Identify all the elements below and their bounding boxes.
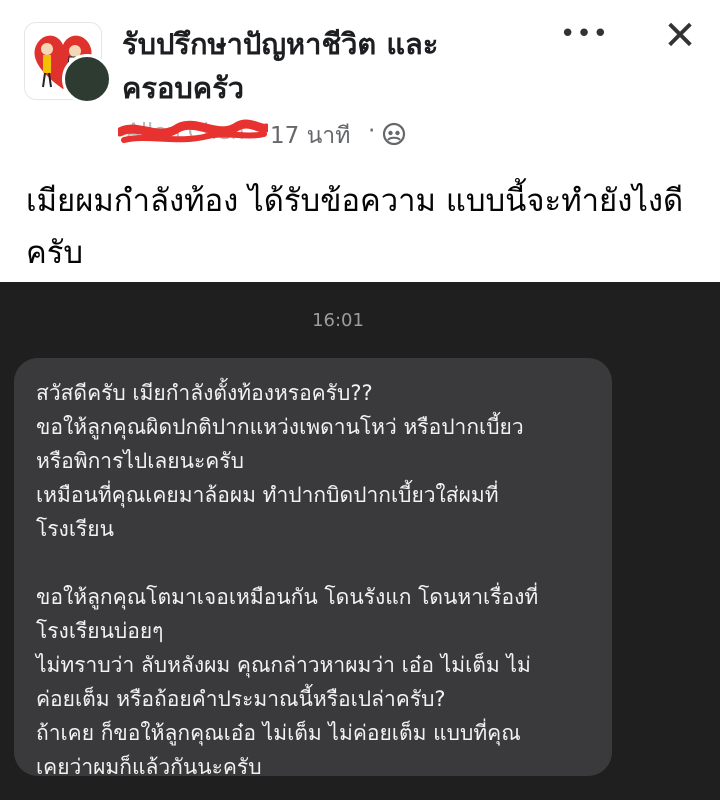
message-line: เคยว่าผมก็แล้วกันนะครับ — [36, 755, 262, 779]
message-line: ขอให้ลูกคุณผิดปกติปากแหว่งเพดานโหว่ หรือ… — [36, 415, 524, 439]
group-avatar[interactable] — [24, 22, 112, 106]
group-name[interactable]: รับปรึกษาปัญหาชีวิต และครอบครัว — [122, 22, 502, 110]
message-line: ค่อยเต็ม หรือถ้อยคำประมาณนี้หรือเปล่าครั… — [36, 687, 446, 711]
message-line: หรือพิการไปเลยนะครับ — [36, 449, 244, 473]
message-line: เหมือนที่คุณเคยมาล้อผม ทำปากบิดปากเบี้ยว… — [36, 483, 499, 507]
message-line: ไม่ทราบว่า ลับหลังผม คุณกล่าวหาผมว่า เอ๋… — [36, 653, 531, 677]
post-time[interactable]: 17 นาที — [270, 118, 350, 154]
meta-separator: · — [368, 118, 376, 144]
more-horizontal-icon: ••• — [560, 19, 610, 49]
message-line: สวัสดีครับ เมียกำลังตั้งท้องหรอครับ?? — [36, 381, 373, 405]
message-line: โรงเรียน — [36, 517, 114, 541]
redaction-scribble — [118, 119, 268, 143]
post-body-text: เมียผมกำลังท้อง ได้รับข้อความ แบบนี้จะทำ… — [26, 183, 684, 271]
message-text: สวัสดีครับ เมียกำลังตั้งท้องหรอครับ?? ขอใ… — [36, 376, 606, 784]
chat-screenshot: 16:01 สวัสดีครับ เมียกำลังตั้งท้องหรอครั… — [0, 282, 720, 800]
message-line — [36, 546, 606, 580]
group-post: รับปรึกษาปัญหาชีวิต และครอบครัว ••• ✕ Al… — [0, 0, 720, 282]
message-line: ถ้าเคย ก็ขอให้ลูกคุณเอ๋อ ไม่เต็ม ไม่ค่อย… — [36, 721, 521, 745]
message-line: โรงเรียนบ่อยๆ — [36, 619, 164, 643]
author-avatar[interactable] — [62, 54, 112, 104]
chat-timestamp: 16:01 — [312, 310, 364, 331]
close-button[interactable]: ✕ — [656, 14, 704, 58]
more-options-button[interactable]: ••• — [560, 19, 610, 56]
group-privacy-icon — [382, 122, 406, 146]
post-meta: Allen Chen 17 นาที · — [118, 114, 498, 150]
message-line: ขอให้ลูกคุณโตมาเจอเหมือนกัน โดนรังแก โดน… — [36, 585, 539, 609]
message-bubble: สวัสดีครับ เมียกำลังตั้งท้องหรอครับ?? ขอใ… — [14, 358, 612, 779]
close-icon: ✕ — [663, 13, 697, 59]
